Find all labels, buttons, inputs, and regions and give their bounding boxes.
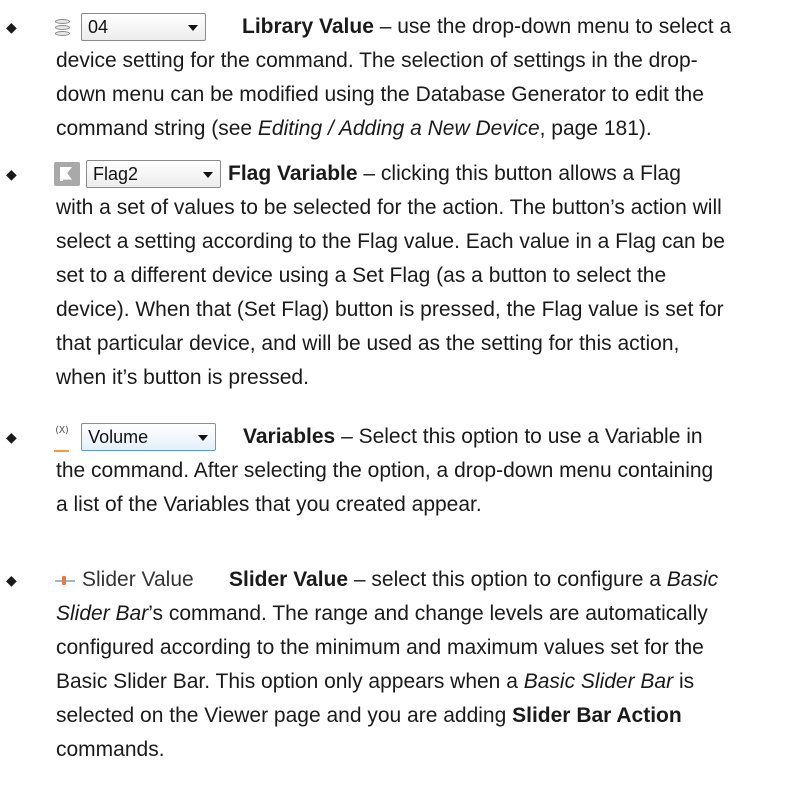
item-description: Library Value – use the drop-down menu t… <box>93 10 793 44</box>
document-page: ◆ 04 Library Value – use the drop-down m… <box>0 0 800 791</box>
text-line: selected on the Viewer page and you are … <box>56 704 682 727</box>
bullet-marker: ◆ <box>6 429 17 445</box>
bullet-marker: ◆ <box>6 572 17 588</box>
text-line: commands. <box>56 738 165 761</box>
text-line: Basic Slider Bar. This option only appea… <box>56 670 695 693</box>
text-line: Flag Variable – clicking this button all… <box>228 162 681 185</box>
text-line: when it’s button is pressed. <box>56 366 309 389</box>
text-line: command string (see Editing / Adding a N… <box>56 117 652 140</box>
bullet-marker: ◆ <box>6 166 17 182</box>
text-line: Slider Bar’s command. The range and chan… <box>56 602 708 625</box>
text-line: select a setting according to the Flag v… <box>56 230 725 253</box>
text-line: a list of the Variables that you created… <box>56 493 482 516</box>
item-description: Slider Value – select this option to con… <box>56 563 756 767</box>
database-icon <box>54 18 71 36</box>
text-line: device setting for the command. The sele… <box>56 49 698 72</box>
text-line: down menu can be modified using the Data… <box>56 83 704 106</box>
text-line: set to a different device using a Set Fl… <box>56 264 667 287</box>
text-line: that particular device, and will be used… <box>56 332 680 355</box>
text-line: with a set of values to be selected for … <box>56 196 722 219</box>
item-description: Variables – Select this option to use a … <box>56 420 756 522</box>
item-description-cont: device setting for the command. The sele… <box>56 44 756 146</box>
text-line: Slider Value – select this option to con… <box>229 568 719 591</box>
bullet-marker: ◆ <box>6 19 17 35</box>
text-line: the command. After selecting the option,… <box>56 459 714 482</box>
text-line: Variables – Select this option to use a … <box>243 425 703 448</box>
text-line: configured according to the minimum and … <box>56 636 704 659</box>
text-line: Library Value – use the drop-down menu t… <box>242 15 732 38</box>
item-description: Flag Variable – clicking this button all… <box>56 157 756 395</box>
text-line: device). When that (Set Flag) button is … <box>56 298 724 321</box>
